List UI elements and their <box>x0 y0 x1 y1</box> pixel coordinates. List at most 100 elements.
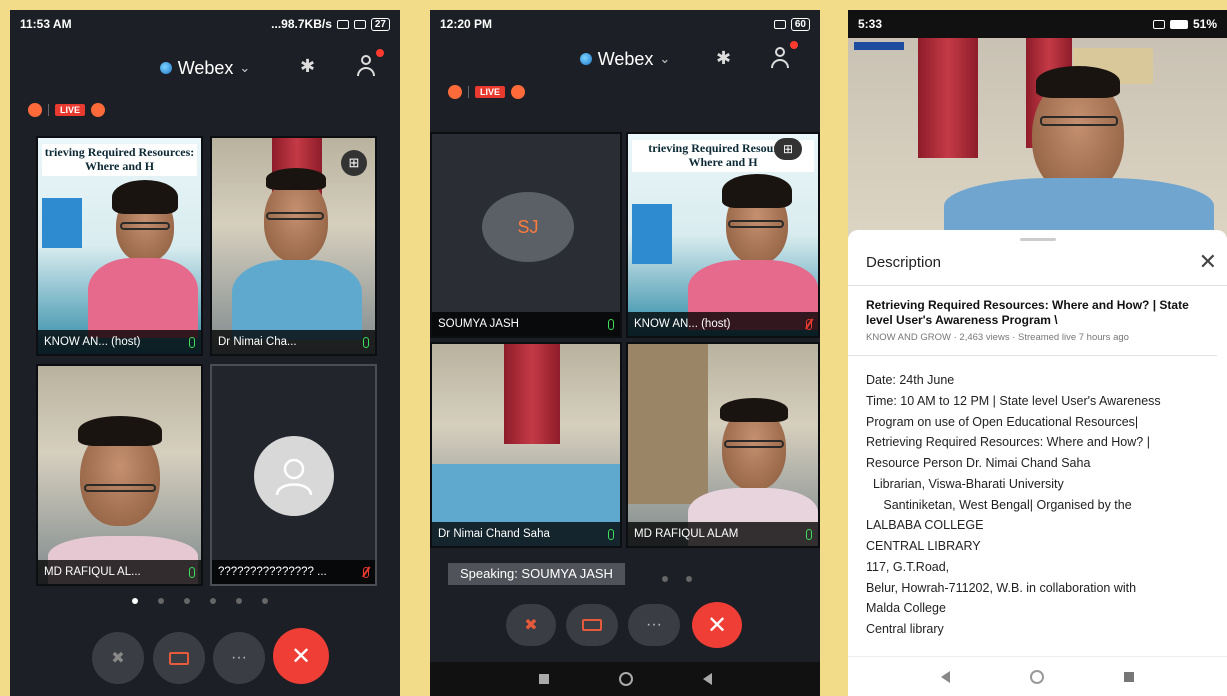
webex-logo-icon <box>159 62 172 74</box>
close-icon[interactable]: ✕ <box>1199 251 1217 273</box>
video-tile-nimai[interactable]: Dr Nimai Cha... ⊞ <box>210 136 377 356</box>
page-indicator <box>132 598 268 604</box>
close-icon: ✕ <box>290 642 312 670</box>
speaking-indicator: Speaking: SOUMYA JASH <box>448 563 625 585</box>
webex-menu[interactable]: Webex ⌄ <box>159 58 251 79</box>
video-tile-rafiqul[interactable]: MD RAFIQUL AL... <box>36 364 203 586</box>
mute-button[interactable]: ✖ <box>506 604 556 646</box>
participants-icon[interactable] <box>770 41 798 69</box>
live-bar: LIVE <box>10 98 400 122</box>
stream-logo <box>854 42 904 50</box>
participants-icon[interactable] <box>356 49 384 77</box>
mic-muted-icon <box>806 318 812 330</box>
description-line: 117, G.T.Road, <box>866 559 950 574</box>
chevron-down-icon: ⌄ <box>659 51 671 66</box>
avatar <box>254 436 334 516</box>
webex-menu[interactable]: Webex ⌄ <box>579 48 671 70</box>
video-player[interactable] <box>848 38 1227 238</box>
tile-caption: Dr Nimai Cha... <box>212 330 375 354</box>
description-line: LALBABA COLLEGE <box>866 518 984 533</box>
app-header: Webex ⌄ ✱ <box>10 38 400 98</box>
status-bar: 5:33 51% <box>848 10 1227 38</box>
description-line: Santiniketan, West Bengal| Organised by … <box>866 497 1132 512</box>
tile-caption: MD RAFIQUL AL... <box>38 560 201 584</box>
mic-icon <box>189 336 195 348</box>
description-line: Program on use of Open Educational Resou… <box>866 414 1139 429</box>
webex-logo-icon <box>579 53 592 65</box>
signal-icon <box>336 19 349 29</box>
description-line: Time: 10 AM to 12 PM | State level User'… <box>866 393 1161 408</box>
lock-icon[interactable] <box>448 85 462 99</box>
video-tile-nimai[interactable]: Dr Nimai Chand Saha <box>430 342 622 548</box>
phone-screen-2: 12:20 PM 60 Webex ⌄ ✱ LIVE SJ SOUMYA JAS… <box>430 10 820 696</box>
recording-icon <box>511 85 526 99</box>
mic-muted-icon: ✖ <box>524 617 538 634</box>
video-button[interactable] <box>566 604 618 646</box>
recents-button[interactable] <box>538 674 549 684</box>
video-tile-host[interactable]: trieving Required Resources: Where and H… <box>36 136 203 356</box>
camera-off-icon <box>169 651 189 665</box>
layout-grid-icon[interactable]: ⊞ <box>774 138 802 160</box>
tile-caption: KNOW AN... (host) <box>628 312 818 336</box>
leave-meeting-button[interactable]: ✕ <box>692 602 742 648</box>
description-line: Date: 24th June <box>866 373 955 387</box>
avatar: SJ <box>482 192 574 262</box>
slide-title: trieving Required Resources: Where and H <box>42 144 197 176</box>
battery-level: 51% <box>1192 17 1217 31</box>
android-nav-bar <box>848 656 1227 696</box>
status-time: 5:33 <box>858 17 883 31</box>
more-options-button[interactable]: ··· <box>213 632 265 684</box>
leave-meeting-button[interactable]: ✕ <box>273 628 329 684</box>
more-icon: ··· <box>231 649 247 666</box>
camera-off-icon <box>582 619 602 631</box>
video-tile-soumya[interactable]: SJ SOUMYA JASH <box>430 132 622 338</box>
more-options-button[interactable]: ··· <box>628 604 680 646</box>
phone-screen-1: 11:53 AM ...98.7KB/s 27 Webex ⌄ ✱ LIVE t… <box>10 10 400 696</box>
back-button[interactable] <box>941 670 950 683</box>
phone-screen-3: 5:33 51% Description ✕ Retrieving Requir… <box>848 10 1227 696</box>
live-badge: LIVE <box>475 86 506 98</box>
mic-muted-icon: ✖ <box>111 650 125 667</box>
status-time: 11:53 AM <box>20 17 72 31</box>
more-icon: ··· <box>646 616 662 633</box>
mic-icon <box>363 336 369 348</box>
app-title: Webex <box>597 48 654 69</box>
app-header: Webex ⌄ ✱ <box>430 38 820 80</box>
lock-icon[interactable] <box>28 103 42 117</box>
description-line: Central library <box>866 622 944 636</box>
wifi-icon <box>353 19 366 29</box>
description-text: Date: 24th June Time: 10 AM to 12 PM | S… <box>848 356 1227 640</box>
participant-video <box>264 178 328 262</box>
chevron-down-icon: ⌄ <box>239 60 251 75</box>
home-button[interactable] <box>1030 669 1044 684</box>
description-line: Librarian, Viswa-Bharati University <box>866 476 1064 491</box>
video-title: Retrieving Required Resources: Where and… <box>866 298 1189 327</box>
net-speed: ...98.7KB/s <box>271 17 332 31</box>
recording-icon <box>91 103 106 117</box>
live-bar: LIVE <box>430 80 820 104</box>
tile-caption: KNOW AN... (host) <box>38 330 201 354</box>
description-line: Retrieving Required Resources: Where and… <box>866 435 1150 450</box>
video-button[interactable] <box>153 632 205 684</box>
mute-button[interactable]: ✖ <box>92 632 144 684</box>
close-icon: ✕ <box>706 611 728 639</box>
layout-grid-icon[interactable]: ⊞ <box>341 150 367 176</box>
bluetooth-icon[interactable]: ✱ <box>716 48 731 69</box>
video-tile-host[interactable]: trieving Required Resources: Where and H… <box>626 132 820 338</box>
recents-button[interactable] <box>1124 671 1134 682</box>
status-time: 12:20 PM <box>440 17 493 31</box>
video-tile-rafiqul[interactable]: MD RAFIQUL ALAM <box>626 342 820 548</box>
mic-icon <box>189 566 195 578</box>
home-button[interactable] <box>618 672 633 686</box>
back-button[interactable] <box>702 673 712 685</box>
status-bar: 11:53 AM ...98.7KB/s 27 <box>10 10 400 38</box>
description-line: Belur, Howrah-711202, W.B. in collaborat… <box>866 580 1137 595</box>
bluetooth-icon[interactable]: ✱ <box>300 56 315 77</box>
video-meta: KNOW AND GROW · 2,463 views · Streamed l… <box>848 328 1217 356</box>
page-indicator <box>662 576 692 582</box>
description-line: CENTRAL LIBRARY <box>866 539 981 553</box>
mic-muted-icon <box>363 566 369 578</box>
description-line: Resource Person Dr. Nimai Chand Saha <box>866 456 1091 470</box>
video-tile-unknown[interactable]: ??????????????? ... <box>210 364 377 586</box>
signal-icon <box>1152 19 1165 29</box>
